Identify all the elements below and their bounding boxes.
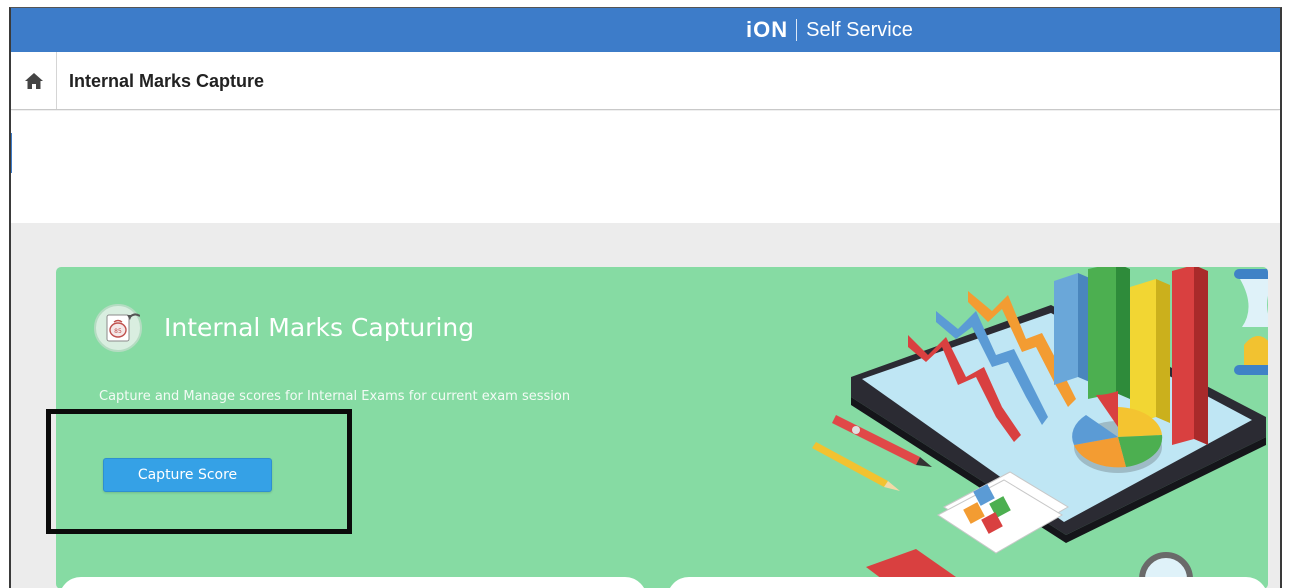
bottom-panel-left bbox=[59, 577, 647, 588]
card-title: Internal Marks Capturing bbox=[164, 313, 475, 342]
capture-score-button[interactable]: Capture Score bbox=[103, 458, 272, 492]
brand: iON Self Service bbox=[746, 16, 913, 44]
marks-bag-icon: 85 bbox=[94, 304, 142, 352]
hourglass-graphic bbox=[1234, 269, 1268, 375]
self-service-label: Self Service bbox=[806, 18, 913, 41]
browser-frame: iON Self Service Internal Marks Capture … bbox=[9, 7, 1282, 588]
home-icon bbox=[24, 72, 43, 89]
svg-text:85: 85 bbox=[114, 328, 122, 335]
top-header-bar: iON Self Service bbox=[11, 8, 1280, 52]
internal-marks-card: 85 Internal Marks Capturing Capture and … bbox=[56, 267, 1268, 588]
breadcrumb: Internal Marks Capture bbox=[11, 52, 1280, 110]
card-description: Capture and Manage scores for Internal E… bbox=[99, 389, 571, 404]
brand-divider bbox=[796, 19, 798, 41]
page-title: Internal Marks Capture bbox=[69, 71, 265, 91]
left-edge-marker bbox=[11, 133, 12, 173]
bottom-panel-right bbox=[667, 577, 1268, 588]
tablet-analytics-illustration bbox=[812, 267, 1268, 588]
content-spacer bbox=[11, 111, 1280, 223]
ion-logo: iON bbox=[746, 17, 789, 42]
home-button[interactable] bbox=[11, 52, 57, 109]
